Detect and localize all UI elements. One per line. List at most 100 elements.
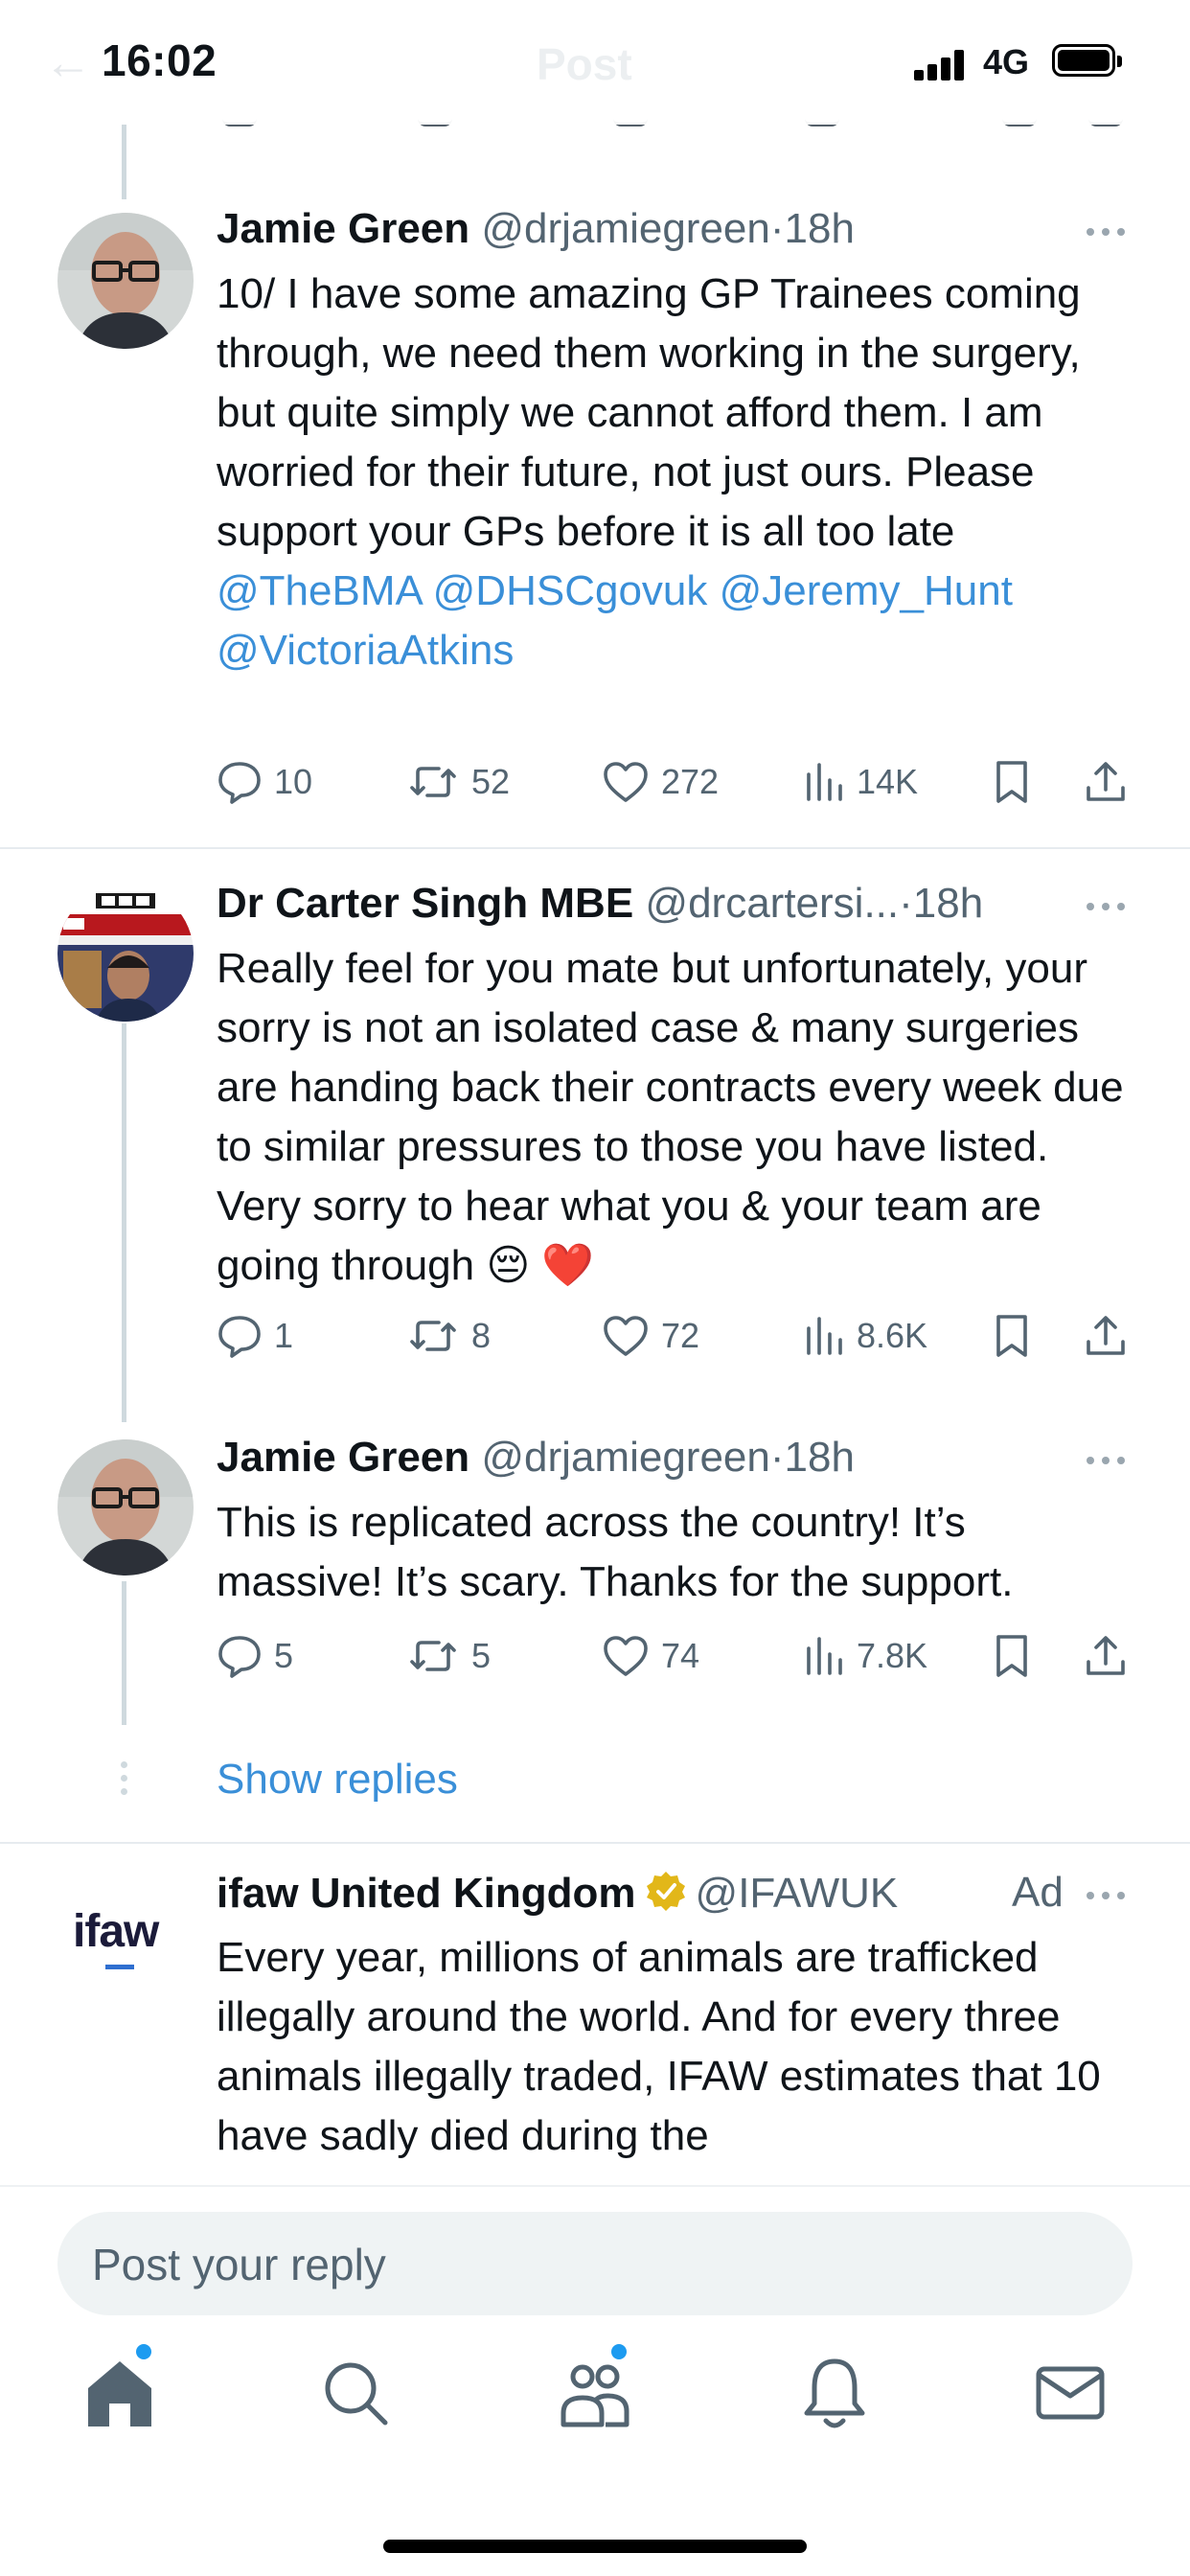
messages-icon: [1036, 2366, 1105, 2420]
mention-link[interactable]: @TheBMA: [217, 567, 421, 614]
mention-link[interactable]: @DHSCgovuk: [433, 567, 708, 614]
mention-link[interactable]: @VictoriaAtkins: [217, 627, 514, 674]
status-bar: ← Post 16:02 4G: [0, 0, 1190, 125]
avatar[interactable]: [57, 886, 194, 1022]
reply-button[interactable]: 10: [217, 753, 312, 811]
timestamp[interactable]: 18h: [913, 880, 983, 927]
reply-count: 10: [274, 762, 313, 801]
avatar[interactable]: [57, 213, 194, 349]
tweet-divider: [0, 1842, 1190, 1844]
reply-icon: [218, 1636, 261, 1678]
like-count: 72: [661, 1316, 700, 1355]
repost-count: 5: [471, 1636, 492, 1675]
communities-icon: [561, 2364, 629, 2427]
like-count: 272: [661, 762, 720, 801]
more-options-icon[interactable]: [1083, 1441, 1129, 1480]
author-handle[interactable]: @drcartersi...: [645, 880, 899, 927]
more-options-icon[interactable]: [1083, 1876, 1129, 1915]
search-icon: [325, 2362, 388, 2426]
separator-dot: ·: [899, 880, 913, 927]
tweet-text: 10/ I have some amazing GP Trainees comi…: [217, 264, 1136, 680]
mention-link[interactable]: @Jeremy_Hunt: [720, 567, 1013, 614]
share-icon: [1087, 762, 1125, 801]
page-title: Post: [537, 39, 632, 89]
repost-count: 52: [471, 762, 511, 801]
share-icon: [1087, 1316, 1125, 1355]
repost-icon: [410, 767, 456, 797]
tweet-actions: 1 8 72 8.6K: [217, 1307, 1136, 1365]
share-button[interactable]: [1083, 1307, 1129, 1365]
reply-button[interactable]: 1: [217, 1307, 293, 1365]
tweet-text: This is replicated across the country! I…: [217, 1499, 1014, 1605]
promoted-tweet[interactable]: ifaw ifaw United Kingdom @IFAWUK Ad Every…: [0, 1869, 1190, 2185]
home-icon: [88, 2361, 151, 2426]
more-options-icon[interactable]: [1083, 887, 1129, 926]
like-button[interactable]: 74: [602, 1627, 699, 1685]
tab-bar: [0, 2344, 1190, 2474]
views-count: 7.8K: [857, 1636, 928, 1675]
verified-badge-icon: [646, 1872, 685, 1911]
repost-button[interactable]: 8: [406, 1307, 491, 1365]
notifications-icon: [804, 2358, 865, 2428]
author-name[interactable]: ifaw United Kingdom: [217, 1870, 636, 1917]
share-button[interactable]: [1083, 753, 1129, 811]
share-icon: [1087, 1636, 1125, 1675]
tweet[interactable]: Jamie Green @drjamiegreen·18h This is re…: [0, 1434, 1190, 1683]
repost-icon: [410, 1321, 456, 1351]
timestamp[interactable]: 18h: [785, 205, 855, 252]
back-arrow-icon[interactable]: ←: [44, 34, 92, 90]
bookmark-button[interactable]: [993, 1627, 1031, 1685]
tweet[interactable]: Dr Carter Singh MBE @drcartersi...·18h R…: [0, 880, 1190, 1378]
views-button[interactable]: 7.8K: [803, 1627, 927, 1685]
tab-search[interactable]: [312, 2350, 399, 2436]
views-button[interactable]: 8.6K: [803, 1307, 927, 1365]
repost-icon: [410, 1641, 456, 1671]
tweet-text: Really feel for you mate but unfortunate…: [217, 945, 1124, 1289]
tweet[interactable]: Jamie Green @drjamiegreen·18h 10/ I have…: [0, 205, 1190, 838]
timestamp[interactable]: 18h: [785, 1434, 855, 1481]
ad-label: Ad: [1012, 1869, 1064, 1916]
bookmark-button[interactable]: [993, 753, 1031, 811]
thread-connector: [122, 125, 126, 199]
separator-dot: ·: [769, 205, 785, 252]
reply-input[interactable]: Post your reply: [57, 2212, 1133, 2315]
views-button[interactable]: 14K: [803, 753, 918, 811]
tab-notifications[interactable]: [791, 2350, 878, 2436]
author-handle[interactable]: @drjamiegreen: [481, 205, 769, 252]
separator-dot: ·: [769, 1434, 785, 1481]
conversation-feed[interactable]: Jamie Green @drjamiegreen·18h 10/ I have…: [0, 0, 1190, 2185]
show-replies-link[interactable]: Show replies: [217, 1756, 458, 1804]
reply-button[interactable]: 5: [217, 1627, 293, 1685]
more-replies-dots-icon: [119, 1761, 128, 1802]
avatar[interactable]: [57, 1439, 194, 1576]
author-name[interactable]: Jamie Green: [217, 1434, 469, 1481]
tab-communities[interactable]: [552, 2344, 638, 2436]
repost-button[interactable]: 5: [406, 1627, 491, 1685]
repost-button[interactable]: 52: [406, 753, 510, 811]
views-count: 8.6K: [857, 1316, 928, 1355]
author-handle[interactable]: @IFAWUK: [696, 1870, 899, 1917]
share-button[interactable]: [1083, 1627, 1129, 1685]
heart-icon: [604, 1316, 648, 1356]
tweet-actions: 10 52 272 14K: [217, 753, 1136, 811]
author-handle[interactable]: @drjamiegreen: [481, 1434, 769, 1481]
views-icon: [807, 1317, 842, 1355]
reply-count: 5: [274, 1636, 294, 1675]
reply-icon: [218, 762, 261, 804]
tweet-divider: [0, 847, 1190, 849]
views-count: 14K: [857, 762, 919, 801]
more-options-icon[interactable]: [1083, 213, 1129, 251]
tweet-text: Every year, millions of animals are traf…: [217, 1934, 1101, 2159]
tab-messages[interactable]: [1027, 2350, 1113, 2436]
tab-home[interactable]: [77, 2344, 163, 2436]
ifaw-logo[interactable]: ifaw: [73, 1905, 159, 1969]
author-name[interactable]: Dr Carter Singh MBE: [217, 880, 633, 927]
reply-count: 1: [274, 1316, 294, 1355]
like-button[interactable]: 272: [602, 753, 719, 811]
like-button[interactable]: 72: [602, 1307, 699, 1365]
author-name[interactable]: Jamie Green: [217, 205, 469, 252]
bookmark-icon: [996, 1635, 1027, 1677]
reply-icon: [218, 1316, 261, 1358]
bookmark-button[interactable]: [993, 1307, 1031, 1365]
like-count: 74: [661, 1636, 700, 1675]
